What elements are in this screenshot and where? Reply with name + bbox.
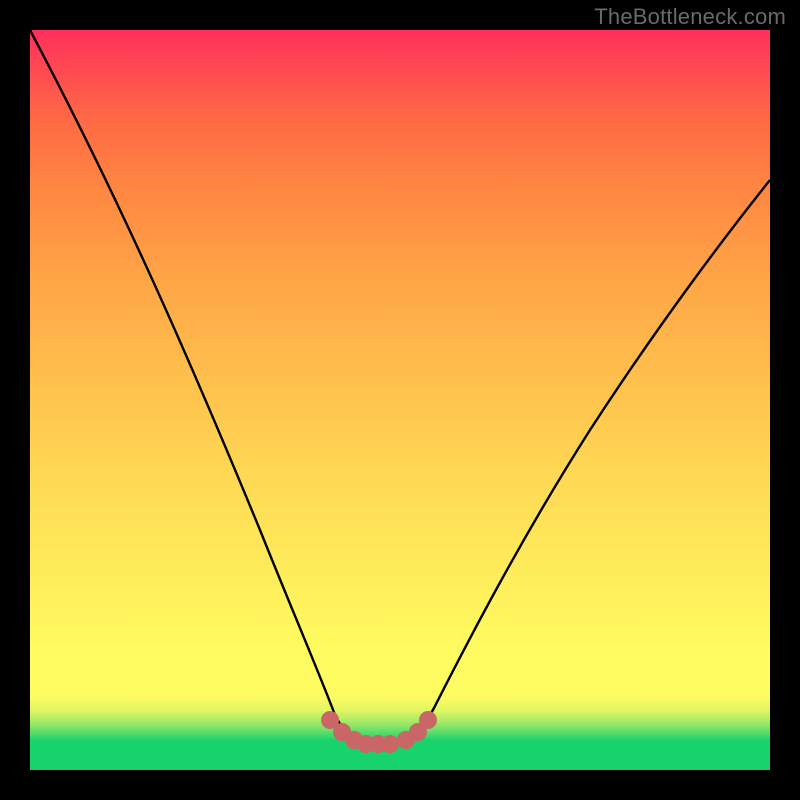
watermark-text: TheBottleneck.com [594, 4, 786, 30]
plot-area [30, 30, 770, 770]
bottleneck-curve [30, 30, 770, 744]
dip-marker-group [321, 711, 437, 753]
curve-layer [30, 30, 770, 770]
chart-frame: TheBottleneck.com [0, 0, 800, 800]
dip-dot [381, 735, 399, 753]
dip-dot [419, 711, 437, 729]
